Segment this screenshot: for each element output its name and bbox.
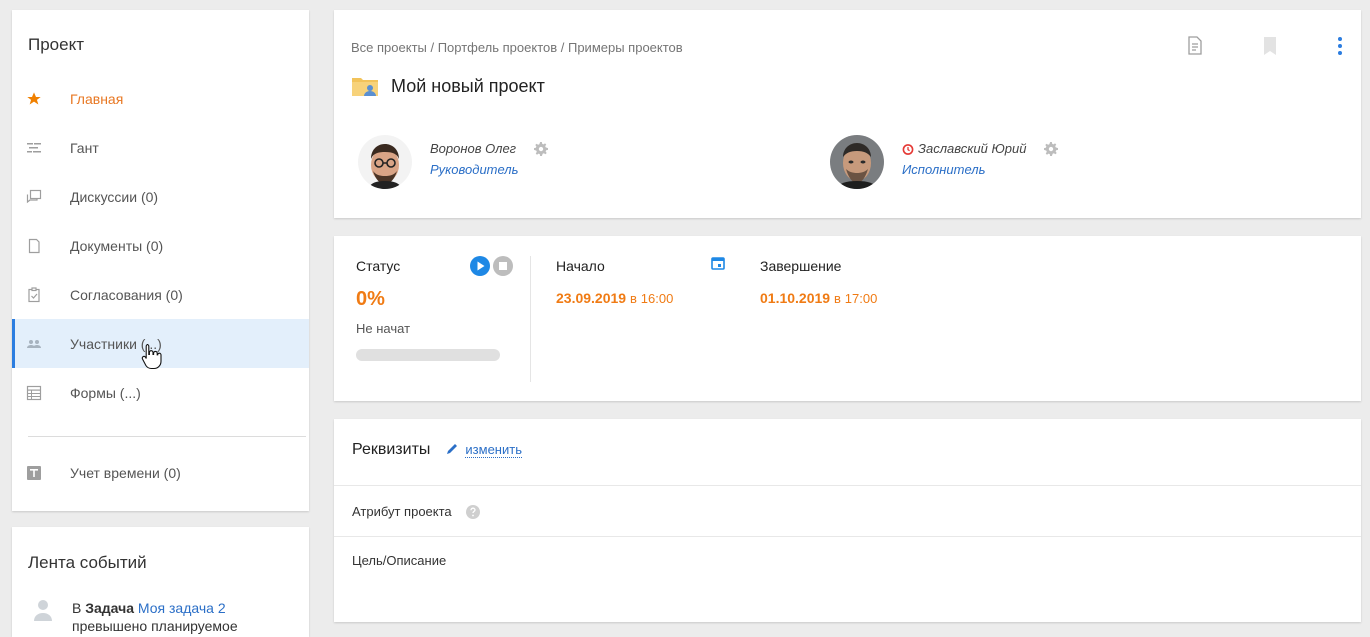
sidebar-item-home[interactable]: Главная — [12, 74, 309, 123]
end-value[interactable]: 01.10.2019 в 17:00 — [760, 290, 877, 306]
sidebar-item-forms[interactable]: Формы (...) — [12, 368, 309, 417]
manager-role-link[interactable]: Руководитель — [430, 162, 548, 177]
start-value[interactable]: 23.09.2019 в 16:00 — [556, 290, 673, 306]
sidebar-item-label: Гант — [70, 139, 99, 156]
requisites-header: Реквизиты изменить — [352, 441, 522, 459]
sidebar-item-documents[interactable]: Документы (0) — [12, 221, 309, 270]
sidebar-title: Проект — [28, 35, 84, 54]
forms-icon — [26, 385, 42, 401]
project-title: Мой новый проект — [391, 75, 545, 96]
status-progress-bar — [356, 349, 500, 361]
executor-name-row: Заславский Юрий — [902, 141, 1059, 156]
requisites-divider — [334, 536, 1361, 537]
start-date-block: Начало 23.09.2019 в 16:00 — [556, 258, 673, 306]
report-icon[interactable] — [1187, 36, 1203, 56]
members-icon — [26, 336, 42, 352]
sidebar-item-label: Согласования (0) — [70, 286, 183, 303]
attribute-label: Атрибут проекта — [352, 504, 452, 519]
sidebar-item-discussions[interactable]: Дискуссии (0) — [12, 172, 309, 221]
time-tracking-icon — [26, 465, 42, 481]
attribute-row: Атрибут проекта — [352, 504, 480, 519]
manager-name: Воронов Олег — [430, 141, 517, 156]
bookmark-icon[interactable] — [1263, 36, 1277, 56]
discussion-icon — [26, 189, 42, 205]
sidebar-item-gantt[interactable]: Гант — [12, 123, 309, 172]
sidebar-item-label: Учет времени (0) — [70, 464, 181, 481]
sidebar-item-label: Участники (...) — [70, 335, 162, 352]
project-title-row: Мой новый проект — [351, 74, 545, 98]
end-time: 17:00 — [844, 291, 878, 306]
gantt-icon — [26, 140, 42, 156]
end-label: Завершение — [760, 258, 842, 274]
header-actions — [1127, 36, 1343, 56]
end-date-block: Завершение 01.10.2019 в 17:00 — [760, 258, 877, 306]
alarm-clock-icon — [902, 143, 914, 155]
goal-row: Цель/Описание — [352, 553, 446, 568]
project-nav: Главная Гант Дискуссии (0) Документы (0)… — [12, 74, 309, 417]
end-date: 01.10.2019 — [760, 290, 831, 306]
avatar[interactable] — [358, 135, 412, 189]
executor-role-link[interactable]: Исполнитель — [902, 162, 1058, 177]
document-icon — [26, 238, 42, 254]
avatar[interactable] — [830, 135, 884, 189]
goal-label: Цель/Описание — [352, 553, 447, 568]
project-sidebar: Проект Главная Гант Дискуссии (0) Докуме… — [12, 10, 309, 511]
start-label: Начало — [556, 258, 605, 274]
start-time: 16:00 — [640, 291, 674, 306]
approval-icon — [26, 286, 42, 303]
more-vertical-icon[interactable] — [1337, 36, 1343, 56]
event-text: В Задача Моя задача 2 превышено планируе… — [72, 599, 238, 635]
manager-info: Воронов Олег Руководитель — [430, 135, 549, 177]
requisites-title: Реквизиты — [352, 441, 431, 458]
requisites-divider — [334, 485, 1361, 486]
sidebar-item-label: Дискуссии (0) — [70, 188, 159, 205]
manager-card: Воронов Олег Руководитель — [358, 135, 549, 189]
play-icon[interactable] — [470, 256, 490, 276]
sidebar-item-approvals[interactable]: Согласования (0) — [12, 270, 309, 319]
breadcrumb[interactable]: Все проекты / Портфель проектов / Пример… — [351, 40, 683, 55]
event-prefix: В — [72, 600, 82, 616]
gear-icon[interactable] — [534, 141, 549, 156]
start-date: 23.09.2019 — [556, 290, 627, 306]
event-task-link[interactable]: Моя задача 2 — [138, 600, 226, 616]
end-sep: в — [833, 291, 841, 306]
edit-link[interactable]: изменить — [465, 442, 522, 458]
user-avatar-icon — [34, 599, 52, 621]
sidebar-item-members[interactable]: Участники (...) — [12, 319, 309, 368]
event-item: В Задача Моя задача 2 превышено планируе… — [34, 599, 238, 635]
executor-card: Заславский Юрий Исполнитель — [830, 135, 1059, 189]
sidebar-item-label: Документы (0) — [70, 237, 164, 254]
pencil-icon — [445, 442, 459, 459]
stop-icon[interactable] — [493, 256, 513, 276]
events-feed: Лента событий В Задача Моя задача 2 прев… — [12, 527, 309, 637]
gear-icon[interactable] — [1044, 141, 1059, 156]
status-block: Статус 0% Не начат — [356, 256, 526, 361]
edit-requisites-button[interactable]: изменить — [445, 442, 522, 459]
calendar-icon[interactable] — [711, 256, 725, 270]
project-header-card: Все проекты / Портфель проектов / Пример… — [334, 10, 1361, 218]
status-state: Не начат — [356, 321, 411, 336]
executor-name: Заславский Юрий — [918, 141, 1027, 156]
manager-name-row: Воронов Олег — [430, 141, 549, 156]
requisites-card: Реквизиты изменить Атрибут проекта Цель/… — [334, 419, 1361, 622]
status-controls — [470, 256, 516, 276]
sidebar-divider — [28, 436, 306, 437]
events-title: Лента событий — [28, 553, 147, 572]
project-folder-icon — [351, 74, 379, 98]
event-rest: превышено планируемое — [72, 618, 238, 634]
status-percent: 0% — [356, 288, 385, 310]
status-divider — [530, 256, 531, 382]
sidebar-item-label: Формы (...) — [70, 384, 141, 401]
status-card: Статус 0% Не начат Начало 23.09.2019 в 1… — [334, 236, 1361, 401]
star-icon — [26, 91, 42, 107]
executor-info: Заславский Юрий Исполнитель — [902, 135, 1059, 177]
sidebar-item-label: Главная — [70, 90, 124, 107]
event-type: Задача — [85, 600, 135, 616]
start-sep: в — [629, 291, 637, 306]
help-icon[interactable] — [465, 504, 480, 519]
sidebar-item-time-tracking[interactable]: Учет времени (0) — [12, 448, 309, 497]
